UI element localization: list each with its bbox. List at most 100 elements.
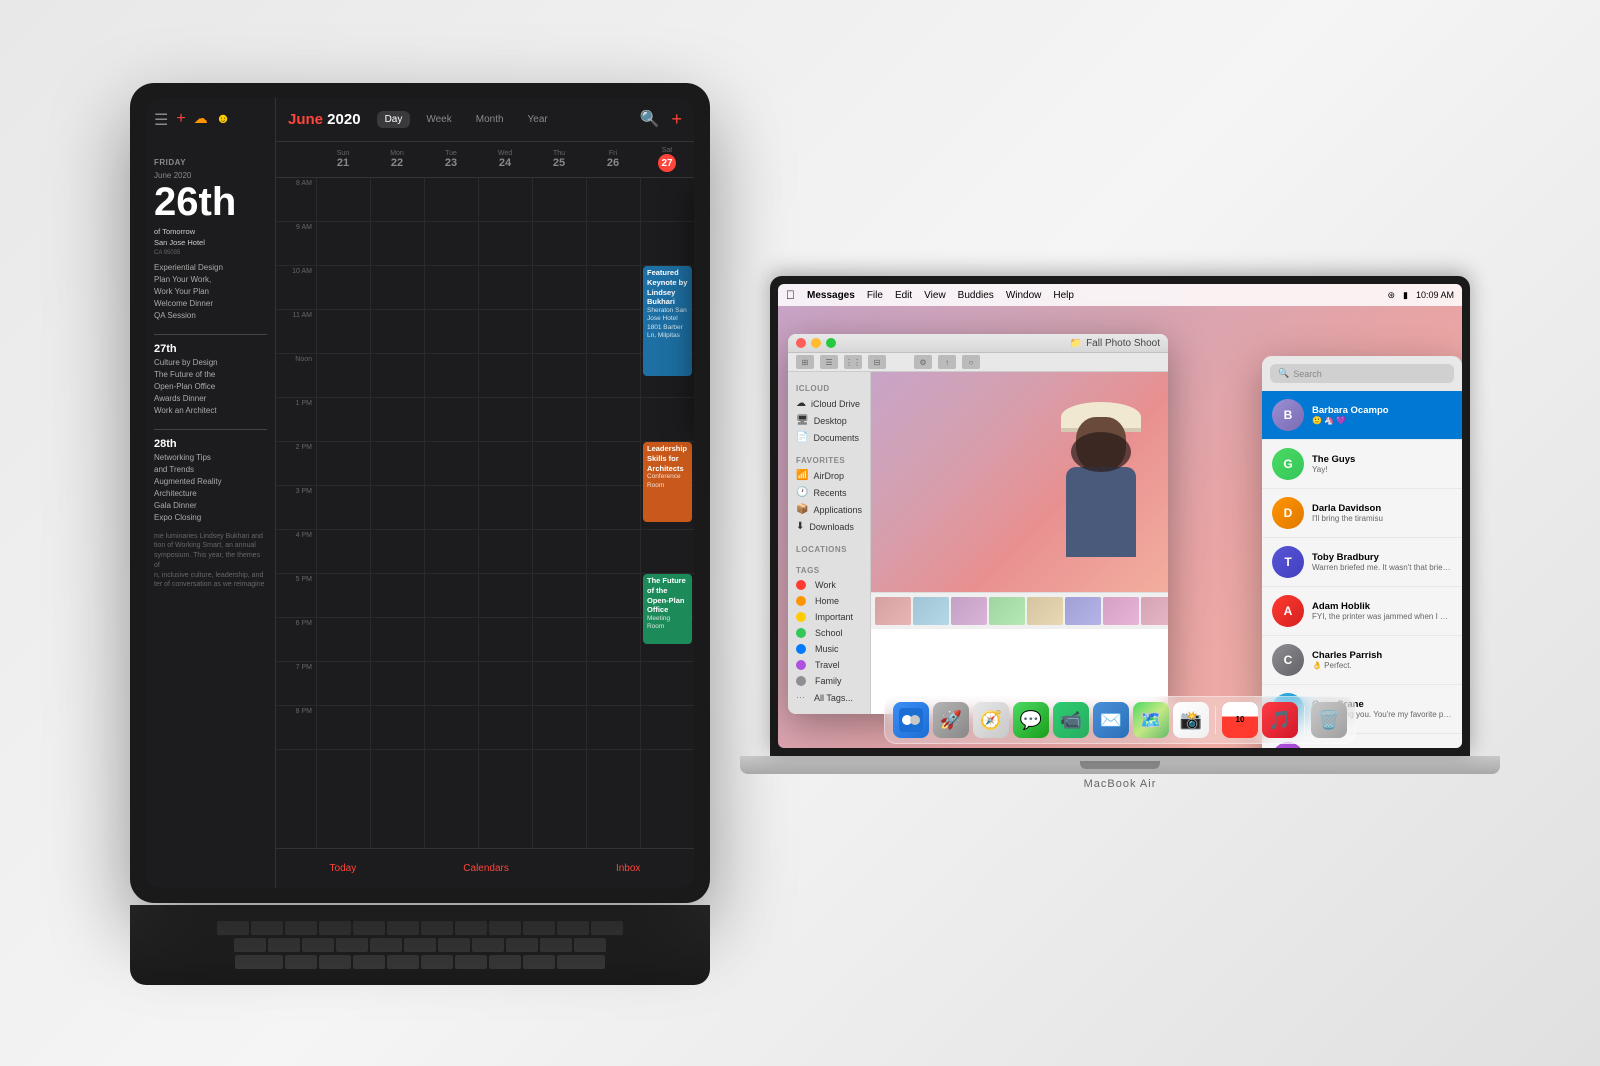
view-year-button[interactable]: Year [520,111,556,128]
folder-icon: 📁 [1070,338,1082,349]
thumbnail-8[interactable] [1141,597,1168,625]
search-box[interactable]: 🔍 Search [1270,364,1454,383]
key [353,921,385,935]
desktop-icon: 🖥 [796,415,809,426]
view-day-button[interactable]: Day [377,111,411,128]
dock-finder-icon[interactable] [893,702,929,738]
view-icon-2[interactable]: ☰ [820,355,838,369]
msg-name-adam: Adam Hoblik [1312,601,1452,612]
tag-school[interactable]: School [788,625,870,641]
action-icon[interactable]: ⚙ [914,355,932,369]
message-item-darla[interactable]: D Darla Davidson I'll bring the tiramisu [1262,489,1462,538]
inbox-button[interactable]: Inbox [616,863,640,874]
finder-item-documents[interactable]: 📄 Documents [788,429,870,446]
thumbnail-3[interactable] [951,597,987,625]
finder-item-desktop[interactable]: 🖥 Desktop [788,412,870,429]
message-item-guys[interactable]: G The Guys Yay! [1262,440,1462,489]
finder-item-icloud-drive[interactable]: ☁ iCloud Drive [788,395,870,412]
msg-content-darla: Darla Davidson I'll bring the tiramisu [1312,503,1452,523]
apple-menu-icon[interactable]:  [786,288,795,302]
dock-launchpad-icon[interactable]: 🚀 [933,702,969,738]
msg-preview-guys: Yay! [1312,465,1452,474]
msg-name-charles: Charles Parrish [1312,650,1452,661]
calendar-body: 8 AM 9 AM 10 AM 11 AM Noon 1 PM 2 PM 3 P… [276,178,694,848]
desktop-area: 📁 Fall Photo Shoot ⊞ ☰ ⋮⋮ ⊟ ⚙ ↑ [778,306,1462,692]
event-title: Featured Keynote by Lindsey Bukhari [647,268,688,307]
tag-music[interactable]: Music [788,641,870,657]
view-icon-1[interactable]: ⊞ [796,355,814,369]
finder-window[interactable]: 📁 Fall Photo Shoot ⊞ ☰ ⋮⋮ ⊟ ⚙ ↑ [788,334,1168,714]
calendar-main: June 2020 Day Week Month Year 🔍 + Sun21 [276,98,694,888]
tag-travel[interactable]: Travel [788,657,870,673]
time-5pm: 5 PM [276,574,316,618]
sidebar-event-list-28: Networking Tipsand TrendsAugmented Reali… [154,452,267,524]
event-future-office[interactable]: The Future of the Open-Plan Office Meeti… [643,574,692,644]
menu-help[interactable]: Help [1053,290,1074,301]
share-icon[interactable]: ↑ [938,355,956,369]
tag-important[interactable]: Important [788,609,870,625]
thumbnail-4[interactable] [989,597,1025,625]
menu-buddies[interactable]: Buddies [958,290,994,301]
thumbnail-2[interactable] [913,597,949,625]
dock-mail-icon[interactable]: ✉️ [1093,702,1129,738]
tag-family[interactable]: Family [788,673,870,689]
event-featured-keynote[interactable]: Featured Keynote by Lindsey Bukhari Sher… [643,266,692,376]
key [319,955,351,969]
maximize-window-button[interactable] [826,338,836,348]
dock-messages-icon[interactable]: 💬 [1013,702,1049,738]
messages-panel[interactable]: 🔍 Search B Barbara Ocampo [1262,356,1462,748]
tag-home[interactable]: Home [788,593,870,609]
menu-view[interactable]: View [924,290,946,301]
add-event-button[interactable]: + [671,109,682,130]
minimize-window-button[interactable] [811,338,821,348]
macos-desktop:  Messages File Edit View Buddies Window… [778,284,1462,748]
dock-maps-icon[interactable]: 🗺️ [1133,702,1169,738]
finder-title: 📁 Fall Photo Shoot [1070,338,1160,349]
dock-music-icon[interactable]: 🎵 [1262,702,1298,738]
dock-photos-icon[interactable]: 📸 [1173,702,1209,738]
sidebar-month-small: June 2020 [154,171,267,180]
time-1pm: 1 PM [276,398,316,442]
tags-section-label: Tags [788,562,870,577]
tag-icon[interactable]: ○ [962,355,980,369]
dock-trash-icon[interactable]: 🗑️ [1311,702,1347,738]
view-month-button[interactable]: Month [468,111,512,128]
calendar-sidebar: ☰ + ☁ ☻ Friday June 2020 26th of Tomorro… [146,98,276,888]
calendars-button[interactable]: Calendars [463,863,509,874]
dock-calendar-icon[interactable]: 10 [1222,702,1258,738]
time-7pm: 7 PM [276,662,316,706]
finder-item-applications[interactable]: 📦 Applications [788,501,870,518]
day-header-fri: Fri26 [586,142,640,177]
messages-list: B Barbara Ocampo 🙂 🦄 💜 G [1262,391,1462,748]
msg-content-toby: Toby Bradbury Warren briefed me. It wasn… [1312,552,1452,572]
message-item-barbara[interactable]: B Barbara Ocampo 🙂 🦄 💜 [1262,391,1462,440]
view-icon-3[interactable]: ⋮⋮ [844,355,862,369]
event-leadership[interactable]: Leadership Skills for Architects Confere… [643,442,692,522]
finder-item-airdrop[interactable]: 📶 AirDrop [788,467,870,484]
tag-all[interactable]: ⋯All Tags... [788,689,870,706]
message-item-adam[interactable]: A Adam Hoblik FYI, the printer was jamme… [1262,587,1462,636]
msg-preview-toby: Warren briefed me. It wasn't that brief.… [1312,563,1452,572]
thumbnail-5[interactable] [1027,597,1063,625]
tag-work[interactable]: Work [788,577,870,593]
view-icon-4[interactable]: ⊟ [868,355,886,369]
message-item-charles[interactable]: C Charles Parrish 👌 Perfect. [1262,636,1462,685]
thumbnail-7[interactable] [1103,597,1139,625]
message-item-toby[interactable]: T Toby Bradbury Warren briefed me. It wa… [1262,538,1462,587]
view-week-button[interactable]: Week [418,111,459,128]
thumbnail-6[interactable] [1065,597,1101,625]
event-leadership-sub: Conference Room [647,473,688,490]
menu-file[interactable]: File [867,290,883,301]
today-button[interactable]: Today [330,863,357,874]
finder-item-recents[interactable]: 🕐 Recents [788,484,870,501]
menu-messages[interactable]: Messages [807,290,855,301]
finder-item-downloads[interactable]: ⬇ Downloads [788,518,870,535]
menu-edit[interactable]: Edit [895,290,912,301]
search-icon[interactable]: 🔍 [640,109,660,130]
dock-facetime-icon[interactable]: 📹 [1053,702,1089,738]
thumbnail-1[interactable] [875,597,911,625]
close-window-button[interactable] [796,338,806,348]
menu-window[interactable]: Window [1006,290,1042,301]
key [370,938,402,952]
dock-safari-icon[interactable]: 🧭 [973,702,1009,738]
